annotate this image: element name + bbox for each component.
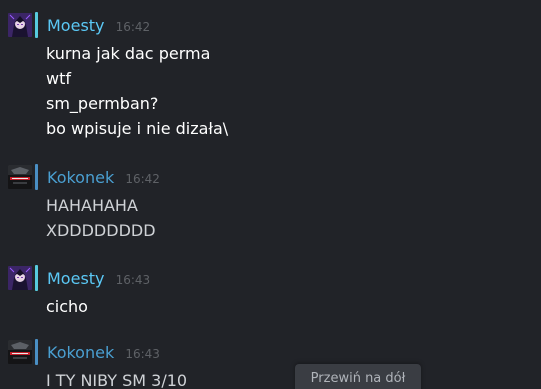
game-logo-avatar-icon [8,165,32,189]
message-text: sm_permban? [46,94,159,113]
avatar[interactable] [8,13,32,37]
avatar[interactable] [8,165,32,189]
message-text: I TY NIBY SM 3/10 [46,371,188,389]
timestamp: 16:43 [115,273,151,287]
author-name[interactable]: Kokonek [47,343,114,362]
avatar[interactable] [8,340,32,364]
author-name[interactable]: Moesty [47,16,105,35]
chat-log: Moesty 16:42 kurna jak dac perma wtf sm_… [0,0,541,389]
author-name[interactable]: Kokonek [47,168,114,187]
game-logo-avatar-icon [8,340,32,364]
message-lines: cicho [46,294,88,319]
author-name[interactable]: Moesty [47,269,105,288]
message-text: XDDDDDDDD [46,221,156,240]
anime-character-avatar-icon [8,266,32,290]
timestamp: 16:42 [115,20,151,34]
scroll-to-bottom-button[interactable]: Przewiń na dół [295,364,421,389]
message-lines: HAHAHAHA XDDDDDDDD [46,193,156,243]
status-indicator [35,12,38,38]
message-text: kurna jak dac perma [46,44,211,63]
status-indicator [35,164,38,190]
message-lines: I TY NIBY SM 3/10 [46,368,187,389]
message-text: cicho [46,297,88,316]
message-header: Kokonek 16:43 [47,342,160,364]
message-text: HAHAHAHA [46,196,138,215]
message-header: Kokonek 16:42 [47,167,160,189]
status-indicator [35,339,38,365]
timestamp: 16:42 [125,172,160,186]
message-header: Moesty 16:42 [47,15,150,37]
message-text: bo wpisuje i nie dizała\ [46,119,229,138]
timestamp: 16:43 [125,347,160,361]
status-indicator [35,265,38,291]
message-text: wtf [46,69,71,88]
message-lines: kurna jak dac perma wtf sm_permban? bo w… [46,41,228,141]
anime-character-avatar-icon [8,13,32,37]
message-header: Moesty 16:43 [47,268,150,290]
avatar[interactable] [8,266,32,290]
